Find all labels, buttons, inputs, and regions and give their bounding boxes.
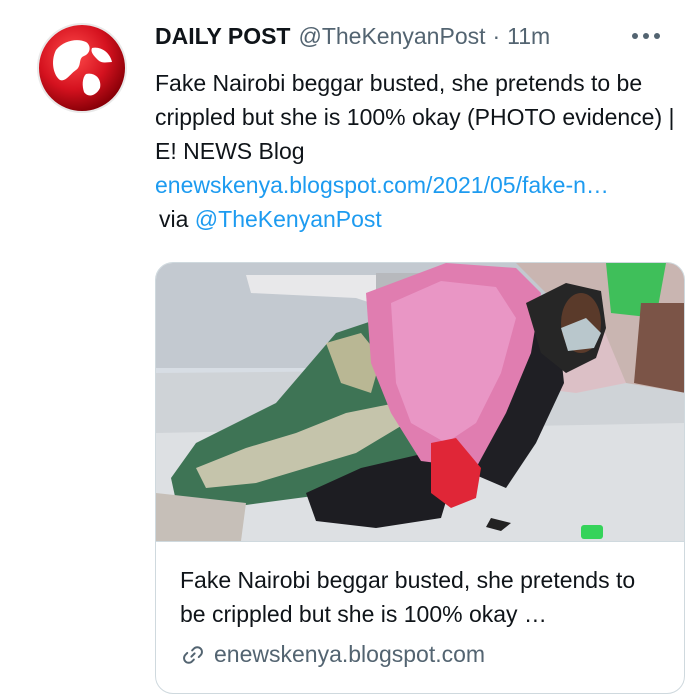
card-divider	[156, 541, 684, 542]
more-options-icon[interactable]	[630, 24, 662, 48]
tweet-header: DAILY POST @TheKenyanPost · 11m	[155, 20, 672, 52]
separator-dot: ·	[492, 22, 501, 49]
card-image	[156, 263, 684, 541]
card-domain-row[interactable]: enewskenya.blogspot.com	[180, 641, 485, 668]
avatar[interactable]	[36, 22, 128, 114]
tweet-link[interactable]: enewskenya.blogspot.com/2021/05/fake-n…	[155, 168, 675, 202]
link-card[interactable]: Fake Nairobi beggar busted, she pretends…	[155, 262, 685, 694]
author-name[interactable]: DAILY POST	[155, 23, 290, 50]
card-domain: enewskenya.blogspot.com	[214, 641, 486, 667]
author-handle[interactable]: @TheKenyanPost	[298, 23, 485, 50]
tweet-body: Fake Nairobi beggar busted, she pretends…	[155, 66, 675, 236]
globe-avatar-icon	[37, 23, 127, 113]
via-line: via @TheKenyanPost	[155, 202, 675, 236]
link-icon	[183, 645, 203, 664]
tweet-text: Fake Nairobi beggar busted, she pretends…	[155, 70, 675, 164]
card-title[interactable]: Fake Nairobi beggar busted, she pretends…	[180, 563, 660, 631]
via-label: via	[159, 206, 189, 232]
timestamp[interactable]: 11m	[507, 23, 550, 50]
via-handle[interactable]: @TheKenyanPost	[195, 206, 382, 232]
